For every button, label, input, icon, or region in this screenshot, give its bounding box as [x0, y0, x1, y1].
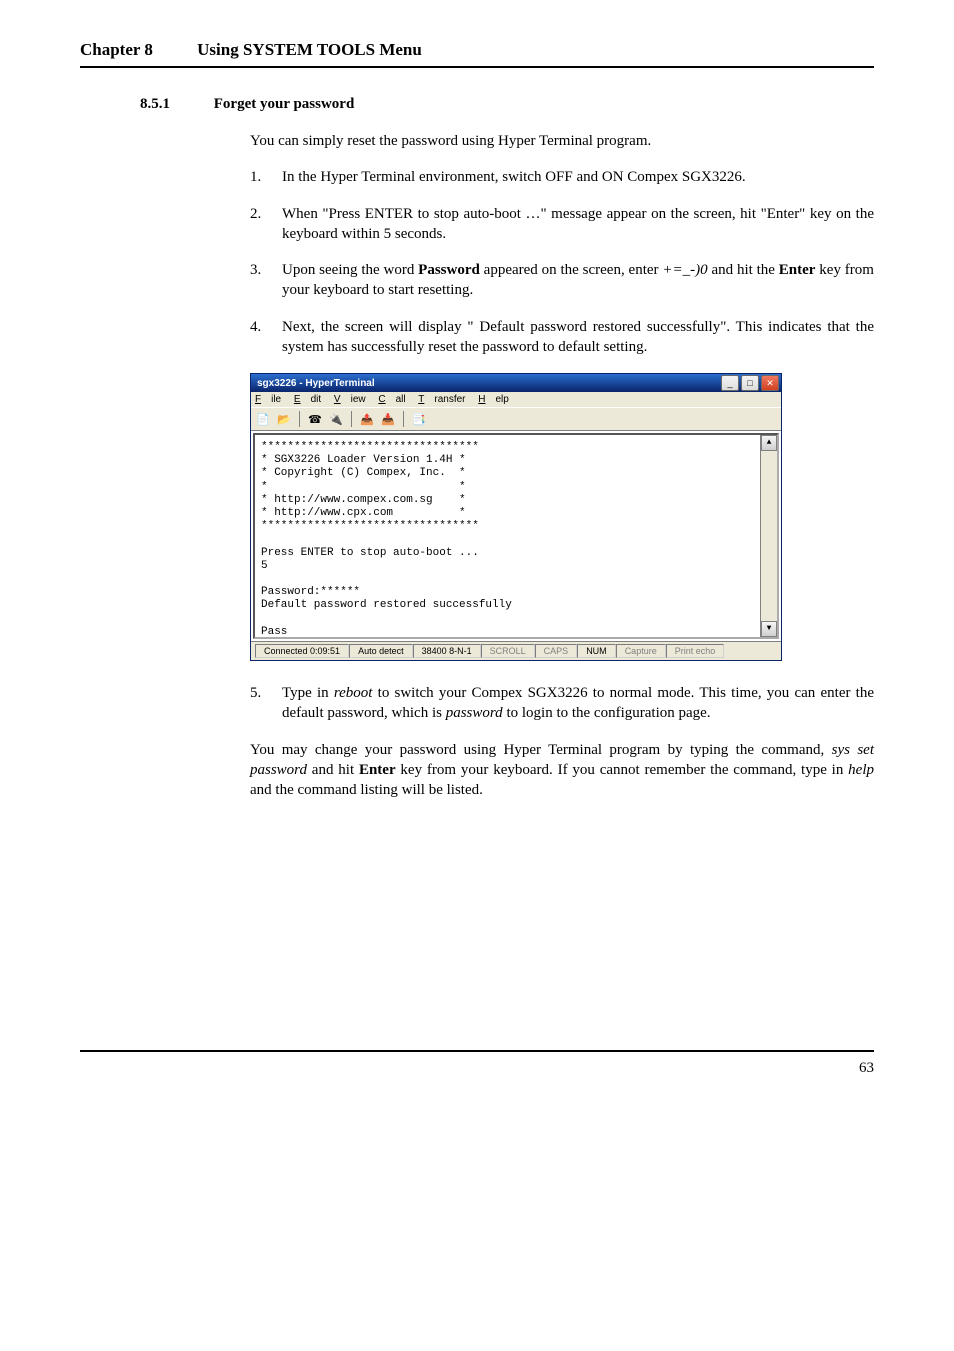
text-span: and hit: [307, 762, 359, 778]
status-scroll: SCROLL: [481, 644, 535, 658]
status-print: Print echo: [666, 644, 725, 658]
chapter-title: Using SYSTEM TOOLS Menu: [197, 40, 422, 59]
step-text: Next, the screen will display " Default …: [282, 317, 874, 358]
terminal-titlebar: sgx3226 - HyperTerminal _ □ ✕: [251, 374, 781, 392]
menu-transfer[interactable]: Transfer: [418, 394, 465, 405]
connect-icon[interactable]: ☎: [307, 411, 323, 427]
menu-edit[interactable]: Edit: [294, 394, 321, 405]
section-number: 8.5.1: [140, 96, 210, 113]
terminal-title: sgx3226 - HyperTerminal: [257, 378, 721, 389]
closing-paragraph: You may change your password using Hyper…: [250, 740, 874, 801]
text-italic: +=_-)0: [662, 262, 707, 278]
status-detect: Auto detect: [349, 644, 413, 658]
toolbar-separator: [299, 411, 300, 427]
close-button[interactable]: ✕: [761, 375, 779, 391]
footer-rule: [80, 1050, 874, 1052]
terminal-menubar: File Edit View Call Transfer Help: [251, 392, 781, 407]
step-4: 4. Next, the screen will display " Defau…: [250, 317, 874, 358]
minimize-button[interactable]: _: [721, 375, 739, 391]
text-bold: Password: [418, 262, 480, 278]
intro-paragraph: You can simply reset the password using …: [250, 131, 874, 151]
steps-list-upper: 1. In the Hyper Terminal environment, sw…: [250, 167, 874, 357]
step-3: 3. Upon seeing the word Password appeare…: [250, 260, 874, 301]
scroll-down-icon[interactable]: ▼: [761, 621, 777, 637]
step-number: 5.: [250, 683, 282, 724]
text-span: You may change your password using Hyper…: [250, 742, 832, 758]
step-text: When "Press ENTER to stop auto-boot …" m…: [282, 204, 874, 245]
terminal-content[interactable]: ********************************* * SGX3…: [253, 433, 779, 639]
text-span: to login to the configuration page.: [503, 705, 711, 721]
status-baud: 38400 8-N-1: [413, 644, 481, 658]
terminal-output: ********************************* * SGX3…: [261, 441, 512, 639]
chapter-header: Chapter 8 Using SYSTEM TOOLS Menu: [80, 40, 874, 68]
step-number: 3.: [250, 260, 282, 301]
text-italic: reboot: [334, 685, 373, 701]
step-text: In the Hyper Terminal environment, switc…: [282, 167, 874, 187]
text-span: Type in: [282, 685, 334, 701]
status-connected: Connected 0:09:51: [255, 644, 349, 658]
step-number: 2.: [250, 204, 282, 245]
step-2: 2. When "Press ENTER to stop auto-boot ……: [250, 204, 874, 245]
status-capture: Capture: [616, 644, 666, 658]
disconnect-icon[interactable]: 🔌: [328, 411, 344, 427]
status-caps: CAPS: [535, 644, 578, 658]
text-italic: help: [848, 762, 874, 778]
open-icon[interactable]: 📂: [276, 411, 292, 427]
step-5: 5. Type in reboot to switch your Compex …: [250, 683, 874, 724]
step-text: Type in reboot to switch your Compex SGX…: [282, 683, 874, 724]
step-number: 4.: [250, 317, 282, 358]
new-icon[interactable]: 📄: [255, 411, 271, 427]
terminal-statusbar: Connected 0:09:51 Auto detect 38400 8-N-…: [251, 641, 781, 660]
scroll-up-icon[interactable]: ▲: [761, 435, 777, 451]
page-number: 63: [80, 1060, 874, 1077]
steps-list-lower: 5. Type in reboot to switch your Compex …: [250, 683, 874, 724]
terminal-toolbar: 📄 📂 ☎ 🔌 📤 📥 📑: [251, 407, 781, 431]
toolbar-separator: [403, 411, 404, 427]
text-italic: password: [446, 705, 503, 721]
step-number: 1.: [250, 167, 282, 187]
step-1: 1. In the Hyper Terminal environment, sw…: [250, 167, 874, 187]
menu-help[interactable]: Help: [478, 394, 509, 405]
text-span: and hit the: [708, 262, 779, 278]
terminal-window: sgx3226 - HyperTerminal _ □ ✕ File Edit …: [250, 373, 782, 661]
status-num: NUM: [577, 644, 616, 658]
send-icon[interactable]: 📤: [359, 411, 375, 427]
text-span: Upon seeing the word: [282, 262, 418, 278]
toolbar-separator: [351, 411, 352, 427]
section-heading: 8.5.1 Forget your password: [140, 96, 874, 113]
maximize-button[interactable]: □: [741, 375, 759, 391]
titlebar-buttons: _ □ ✕: [721, 375, 779, 391]
menu-view[interactable]: View: [334, 394, 366, 405]
text-span: and the command listing will be listed.: [250, 782, 483, 798]
properties-icon[interactable]: 📑: [411, 411, 427, 427]
chapter-label: Chapter 8: [80, 40, 153, 60]
menu-file[interactable]: File: [255, 394, 281, 405]
receive-icon[interactable]: 📥: [380, 411, 396, 427]
terminal-scrollbar[interactable]: ▲ ▼: [760, 435, 777, 637]
menu-call[interactable]: Call: [378, 394, 405, 405]
text-span: appeared on the screen, enter: [480, 262, 663, 278]
text-bold: Enter: [359, 762, 396, 778]
text-span: key from your keyboard. If you cannot re…: [396, 762, 849, 778]
step-text: Upon seeing the word Password appeared o…: [282, 260, 874, 301]
section-title: Forget your password: [214, 96, 355, 112]
text-bold: Enter: [779, 262, 816, 278]
